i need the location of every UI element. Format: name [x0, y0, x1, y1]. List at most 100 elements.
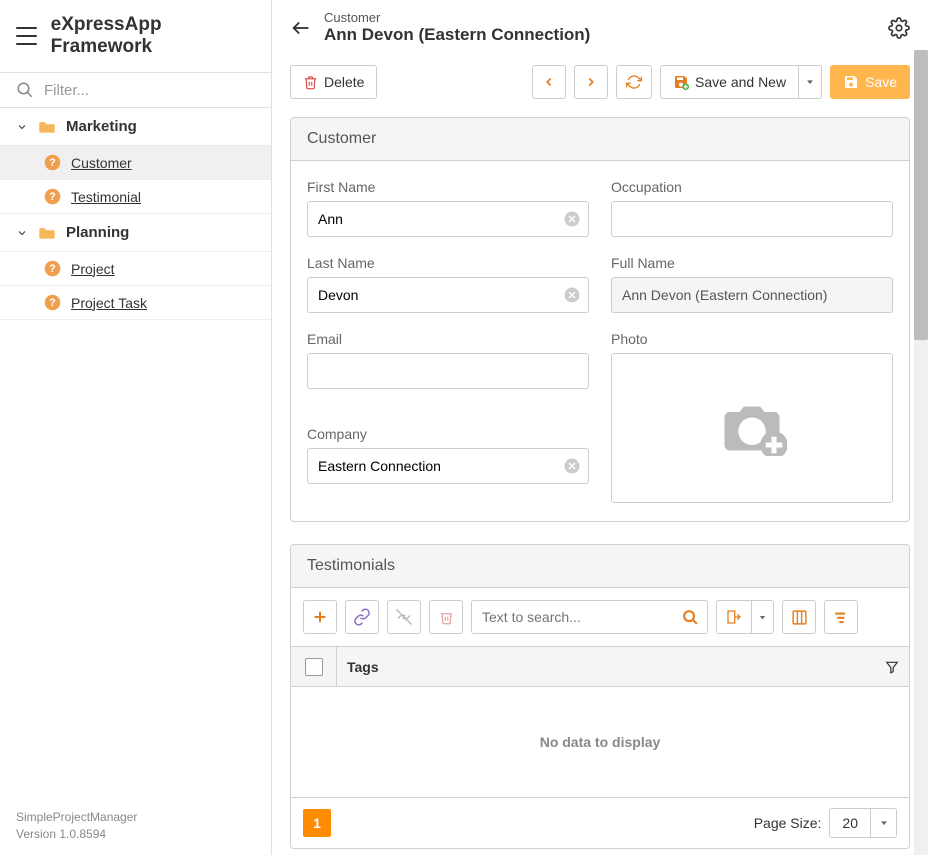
refresh-button[interactable]	[616, 65, 652, 99]
clear-icon[interactable]	[563, 210, 581, 228]
scrollbar-thumb[interactable]	[914, 50, 928, 340]
sidebar: eXpressApp Framework Marketing ? Custome…	[0, 0, 272, 855]
sidebar-item-testimonial[interactable]: ? Testimonial	[0, 180, 271, 214]
caret-down-icon	[805, 77, 815, 87]
full-name-input	[611, 277, 893, 313]
chevron-right-icon	[584, 75, 598, 89]
customer-panel-title: Customer	[291, 118, 909, 161]
filter-column-icon[interactable]	[885, 660, 899, 674]
add-button[interactable]	[303, 600, 337, 634]
filter-box	[0, 72, 271, 108]
nav-group-marketing[interactable]: Marketing	[0, 108, 271, 146]
scrollbar[interactable]	[914, 50, 928, 855]
save-button[interactable]: Save	[830, 65, 910, 99]
folder-icon	[38, 120, 56, 134]
first-name-label: First Name	[307, 179, 589, 195]
nav-group-label: Marketing	[66, 118, 137, 135]
save-icon	[843, 74, 859, 90]
grid-select-all[interactable]	[291, 647, 337, 686]
sidebar-header: eXpressApp Framework	[0, 0, 271, 72]
grid-col-tags[interactable]: Tags	[337, 647, 909, 686]
main: Customer Ann Devon (Eastern Connection) …	[272, 0, 928, 855]
grid-footer: 1 Page Size: 20	[291, 797, 909, 848]
nav-group-planning[interactable]: Planning	[0, 214, 271, 252]
link-icon	[353, 608, 371, 626]
customer-panel: Customer First Name Occ	[290, 117, 910, 522]
chevron-down-icon	[16, 121, 28, 133]
sidebar-item-label: Testimonial	[71, 189, 141, 205]
grid-empty-text: No data to display	[291, 687, 909, 797]
camera-add-icon	[717, 401, 787, 456]
email-input[interactable]	[307, 353, 589, 389]
svg-text:?: ?	[49, 191, 55, 203]
photo-upload[interactable]	[611, 353, 893, 503]
page-size-value: 20	[830, 815, 870, 831]
sidebar-item-project[interactable]: ? Project	[0, 252, 271, 286]
sidebar-item-label: Customer	[71, 155, 132, 171]
email-field: Email	[307, 331, 589, 408]
chevron-left-icon	[542, 75, 556, 89]
caret-down-icon	[758, 613, 767, 622]
app-title: eXpressApp Framework	[51, 14, 255, 58]
hamburger-icon[interactable]	[16, 27, 37, 45]
clear-icon[interactable]	[563, 457, 581, 475]
prev-button[interactable]	[532, 65, 566, 99]
header-titles: Customer Ann Devon (Eastern Connection)	[324, 10, 876, 45]
save-and-new-label: Save and New	[695, 74, 786, 90]
delete-button[interactable]: Delete	[290, 65, 377, 99]
svg-text:?: ?	[49, 263, 55, 275]
unlink-icon	[395, 608, 413, 626]
grid-search-go[interactable]	[673, 601, 707, 633]
export-icon	[726, 609, 742, 625]
main-toolbar: Delete Save and New	[272, 55, 928, 109]
back-arrow-icon[interactable]	[290, 17, 312, 39]
testimonials-toolbar	[291, 588, 909, 646]
footer-app-name: SimpleProjectManager	[16, 809, 255, 826]
question-icon: ?	[44, 260, 61, 277]
filter-button[interactable]	[824, 600, 858, 634]
last-name-input[interactable]	[307, 277, 589, 313]
save-and-new-dropdown[interactable]	[798, 65, 822, 99]
chevron-down-icon	[16, 227, 28, 239]
save-new-icon	[673, 74, 689, 90]
first-name-input[interactable]	[307, 201, 589, 237]
occupation-input[interactable]	[611, 201, 893, 237]
trash-icon	[439, 610, 454, 625]
link-button[interactable]	[345, 600, 379, 634]
delete-label: Delete	[324, 74, 364, 90]
last-name-label: Last Name	[307, 255, 589, 271]
column-chooser-button[interactable]	[782, 600, 816, 634]
trash-icon	[303, 75, 318, 90]
photo-label: Photo	[611, 331, 893, 347]
email-label: Email	[307, 331, 589, 347]
gear-icon[interactable]	[888, 17, 910, 39]
filter-input[interactable]	[44, 82, 255, 99]
save-and-new-button[interactable]: Save and New	[660, 65, 799, 99]
customer-panel-body: First Name Occupation	[291, 161, 909, 521]
export-button[interactable]	[716, 600, 774, 634]
unlink-button[interactable]	[387, 600, 421, 634]
question-icon: ?	[44, 188, 61, 205]
sidebar-item-project-task[interactable]: ? Project Task	[0, 286, 271, 320]
next-button[interactable]	[574, 65, 608, 99]
page-size-select[interactable]: 20	[829, 808, 897, 838]
breadcrumb: Customer	[324, 10, 876, 25]
company-input[interactable]	[307, 448, 589, 484]
sidebar-footer: SimpleProjectManager Version 1.0.8594	[0, 797, 271, 855]
grid-delete-button[interactable]	[429, 600, 463, 634]
clear-icon[interactable]	[563, 286, 581, 304]
last-name-field: Last Name	[307, 255, 589, 313]
plus-icon	[312, 609, 328, 625]
question-icon: ?	[44, 154, 61, 171]
svg-text:?: ?	[49, 157, 55, 169]
page-number[interactable]: 1	[303, 809, 331, 837]
occupation-field: Occupation	[611, 179, 893, 237]
main-header: Customer Ann Devon (Eastern Connection)	[272, 0, 928, 55]
sidebar-item-customer[interactable]: ? Customer	[0, 146, 271, 180]
company-label: Company	[307, 426, 589, 442]
columns-icon	[791, 609, 808, 626]
grid-search-input[interactable]	[472, 609, 673, 625]
page-size-label: Page Size:	[754, 815, 822, 831]
first-name-field: First Name	[307, 179, 589, 237]
search-icon	[16, 81, 34, 99]
